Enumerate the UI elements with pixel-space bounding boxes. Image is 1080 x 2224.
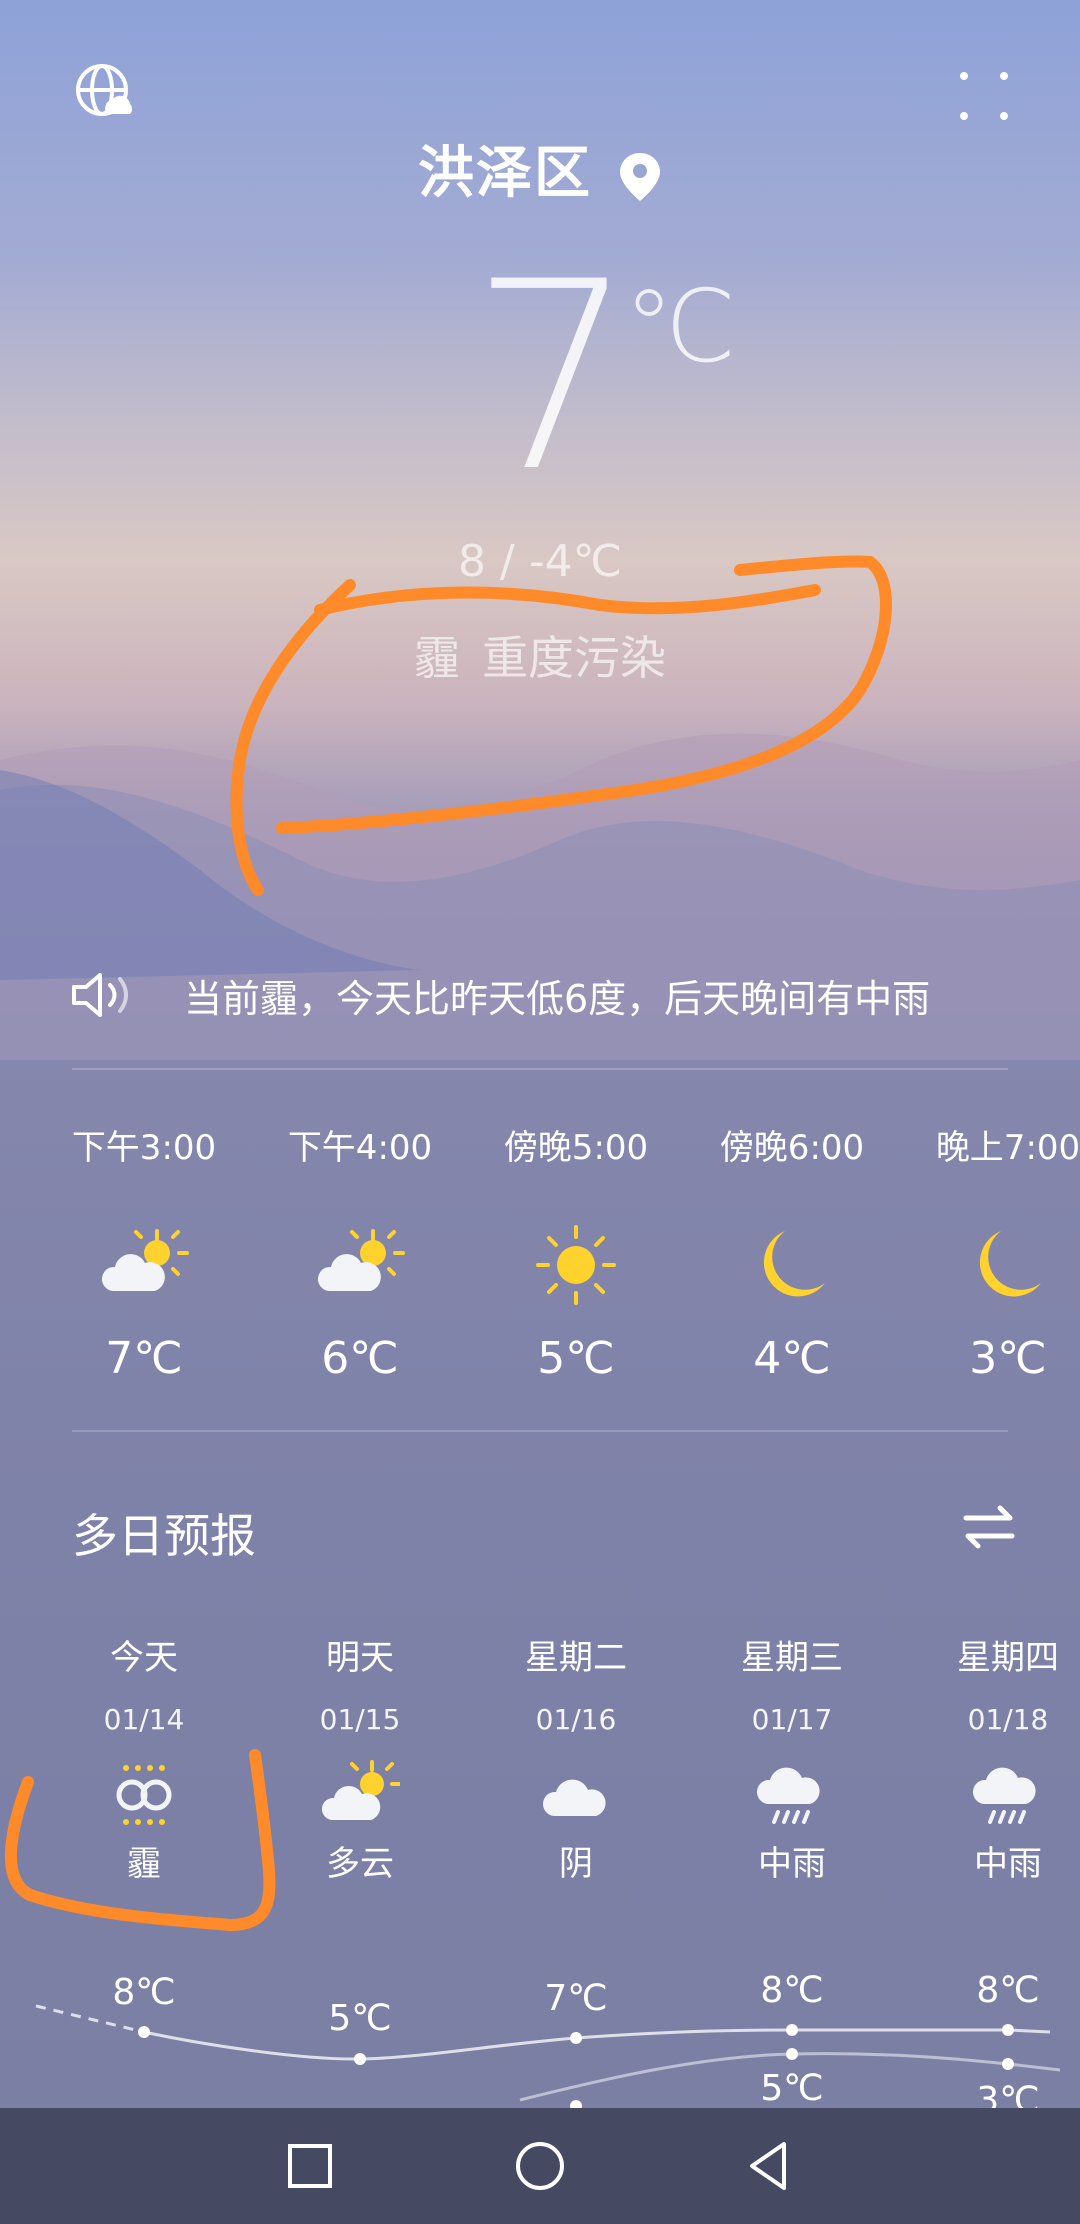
divider xyxy=(72,1068,1008,1070)
divider xyxy=(72,1430,1008,1432)
haze-icon xyxy=(116,1765,172,1825)
day-name: 今天 xyxy=(110,1638,178,1678)
partly-cloudy-icon xyxy=(317,1229,405,1291)
trend-high-label: 8℃ xyxy=(976,1970,1039,2011)
hour-temp: 4℃ xyxy=(753,1333,831,1384)
rain-icon xyxy=(756,1767,820,1824)
temperature-unit: ℃ xyxy=(624,268,737,385)
current-temperature: 7 xyxy=(470,227,636,529)
hour-temp: 7℃ xyxy=(105,1333,183,1384)
hour-item: 傍晚6:00 4℃ xyxy=(684,1120,900,1384)
temperature-trend-chart: 8℃ 5℃ 7℃ 8℃ 8℃ 5℃ 3℃ xyxy=(35,1970,1061,2110)
trend-point xyxy=(354,2053,366,2065)
day-condition: 中雨 xyxy=(758,1844,826,1884)
day-item[interactable]: 明天 01/15 多云 xyxy=(252,1630,468,1885)
rain-icon xyxy=(972,1767,1036,1824)
daily-forecast-list[interactable]: 今天 01/14 霾 明天 01/15 多云 星期二 01/16 阴 星期三 0 xyxy=(0,1630,1080,1890)
day-name: 星期四 xyxy=(957,1638,1059,1678)
trend-high-label: 7℃ xyxy=(544,1978,607,2019)
speaker-icon[interactable] xyxy=(70,969,134,1021)
trend-point xyxy=(138,2026,150,2038)
trend-point xyxy=(1002,2058,1014,2070)
day-date: 01/18 xyxy=(967,1703,1049,1736)
day-name: 星期二 xyxy=(525,1638,627,1678)
day-condition: 多云 xyxy=(326,1844,394,1884)
day-item[interactable]: 星期二 01/16 阴 xyxy=(468,1630,684,1885)
daily-forecast-title: 多日预报 xyxy=(72,1509,256,1563)
hour-temp: 6℃ xyxy=(321,1333,399,1384)
square-icon[interactable] xyxy=(280,2136,340,2196)
day-item[interactable]: 星期三 01/17 中雨 xyxy=(684,1630,900,1885)
current-condition: 霾 xyxy=(414,631,460,685)
cloud-icon xyxy=(542,1779,606,1816)
partly-cloudy-icon xyxy=(101,1229,189,1291)
trend-point xyxy=(1002,2024,1014,2036)
day-name: 明天 xyxy=(326,1638,394,1678)
day-condition: 中雨 xyxy=(974,1844,1042,1884)
trend-high-label: 5℃ xyxy=(328,1998,391,2039)
city-name: 洪泽区 xyxy=(418,141,592,206)
trend-point xyxy=(570,2032,582,2044)
air-quality-label: 重度污染 xyxy=(482,631,666,685)
partly-cloudy-icon xyxy=(321,1760,400,1820)
day-item[interactable]: 今天 01/14 霾 xyxy=(36,1630,252,1885)
globe-cloud-icon[interactable] xyxy=(74,62,138,126)
day-name: 星期三 xyxy=(741,1638,843,1678)
day-date: 01/14 xyxy=(103,1703,185,1736)
trend-low-label: 3℃ xyxy=(976,2080,1039,2110)
hour-time: 傍晚5:00 xyxy=(503,1128,649,1168)
hour-time: 晚上7:00 xyxy=(935,1128,1080,1168)
hour-item: 下午4:00 6℃ xyxy=(252,1120,468,1384)
hour-time: 下午3:00 xyxy=(71,1128,217,1168)
hour-temp: 5℃ xyxy=(537,1333,615,1384)
location-pin-icon xyxy=(620,152,660,201)
hour-item: 傍晚5:00 5℃ xyxy=(468,1120,684,1384)
hour-time: 傍晚6:00 xyxy=(719,1128,865,1168)
triangle-back-icon[interactable] xyxy=(740,2136,800,2196)
sun-icon xyxy=(536,1225,616,1305)
day-item[interactable]: 星期四 01/18 中雨 xyxy=(900,1630,1080,1885)
hourly-forecast[interactable]: 下午3:00 7℃ 下午4:00 6℃ 傍晚5:00 5℃ 傍晚6:00 4℃ … xyxy=(0,1120,1080,1420)
hour-temp: 3℃ xyxy=(969,1333,1047,1384)
moon-icon xyxy=(979,1231,1041,1297)
day-condition: 阴 xyxy=(559,1844,593,1884)
trend-point xyxy=(786,2048,798,2060)
hour-item: 晚上7:00 3℃ xyxy=(900,1120,1080,1384)
moon-icon xyxy=(763,1231,825,1297)
trend-low-label: 5℃ xyxy=(760,2068,823,2109)
trend-point xyxy=(786,2024,798,2036)
hour-item: 下午3:00 7℃ xyxy=(36,1120,252,1384)
day-date: 01/17 xyxy=(751,1703,833,1736)
weather-broadcast[interactable]: 当前霾，今天比昨天低6度，后天晚间有中雨 xyxy=(70,960,1010,1030)
system-navigation-bar xyxy=(0,2108,1080,2224)
day-date: 01/15 xyxy=(319,1703,401,1736)
city-title[interactable]: 洪泽区 xyxy=(0,128,1080,209)
trend-high-label: 8℃ xyxy=(760,1970,823,2011)
broadcast-text: 当前霾，今天比昨天低6度，后天晚间有中雨 xyxy=(184,976,931,1021)
condition-air-quality: 霾重度污染 xyxy=(0,622,1080,688)
four-dots-icon[interactable] xyxy=(956,68,1012,124)
temperature-range: 8 / -4℃ xyxy=(457,536,623,587)
hour-time: 下午4:00 xyxy=(287,1128,433,1168)
circle-icon[interactable] xyxy=(510,2136,570,2196)
swap-arrows-icon[interactable] xyxy=(962,1500,1016,1554)
trend-high-label: 8℃ xyxy=(112,1972,175,2013)
day-condition: 霾 xyxy=(127,1844,161,1884)
day-date: 01/16 xyxy=(535,1703,617,1736)
